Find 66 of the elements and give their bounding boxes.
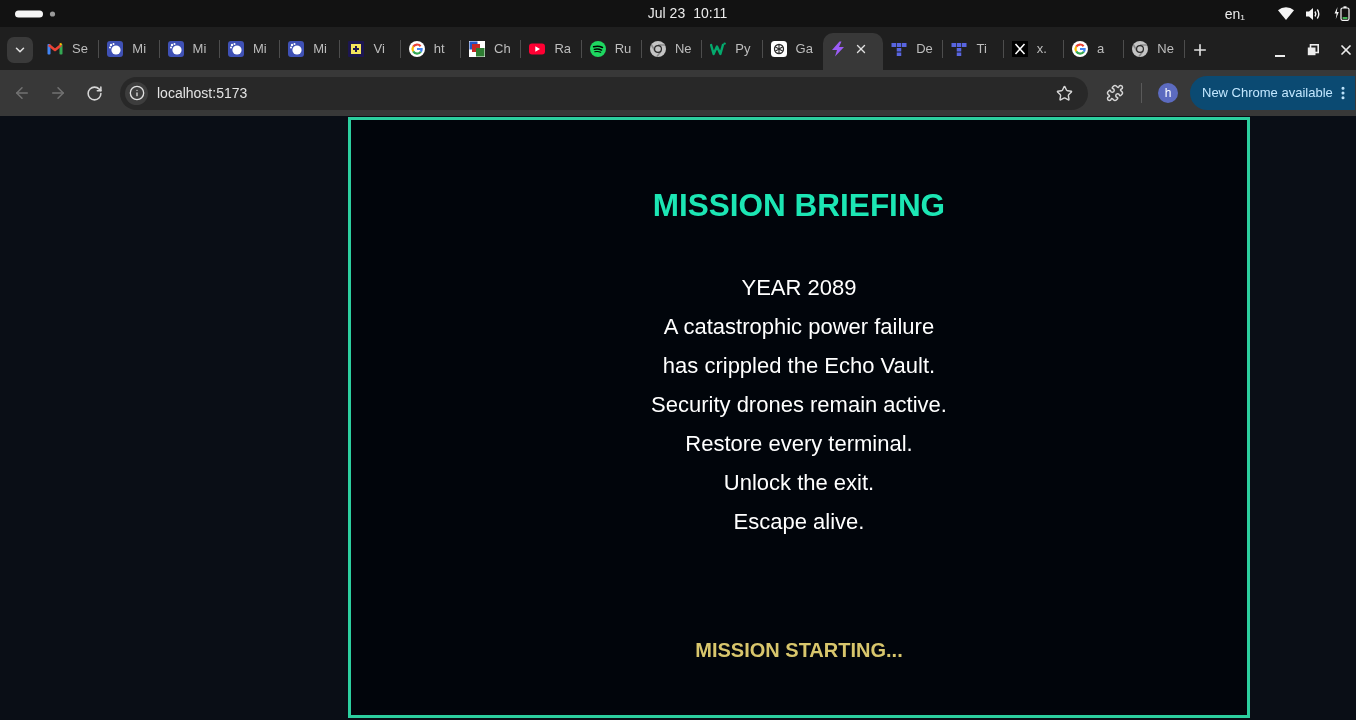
browser-tab[interactable]: Ru xyxy=(581,33,642,70)
aperture-icon xyxy=(649,40,666,57)
briefing-text-line: Unlock the exit. xyxy=(723,469,875,497)
extensions-icon[interactable] xyxy=(1106,84,1124,102)
briefing-text-line: Restore every terminal. xyxy=(685,430,913,458)
wheel-icon xyxy=(770,40,787,57)
g-logo-icon xyxy=(1072,40,1089,57)
briefing-text-line: Security drones remain active. xyxy=(651,391,947,419)
browser-tab[interactable]: Mi xyxy=(280,33,341,70)
browser-tab[interactable]: Ne xyxy=(641,33,703,70)
url-text[interactable]: localhost:5173 xyxy=(157,82,248,104)
plus-square-icon xyxy=(348,40,365,57)
arrow-right-icon xyxy=(49,84,67,102)
browser-tab[interactable]: Se xyxy=(39,33,100,70)
volume-icon[interactable] xyxy=(1306,6,1321,21)
wifi-icon[interactable] xyxy=(1278,7,1294,20)
bookmark-star-icon[interactable] xyxy=(1056,84,1073,102)
keyboard-layout-indicator[interactable]: en₁ xyxy=(1224,6,1245,21)
x-logo-icon xyxy=(1011,40,1028,57)
browser-tab[interactable]: ht xyxy=(400,33,462,70)
bubbles-icon xyxy=(107,40,124,57)
tab-search-button[interactable] xyxy=(7,37,33,63)
browser-tab[interactable]: Ch xyxy=(461,33,522,70)
close-icon xyxy=(1338,42,1354,58)
profile-avatar[interactable]: h xyxy=(1158,83,1178,103)
clock-time[interactable]: 10:11 xyxy=(693,3,728,24)
bubbles-icon xyxy=(227,40,244,57)
w-logo-icon xyxy=(710,40,727,57)
browser-tab[interactable]: Ti xyxy=(943,33,1004,70)
briefing-title: MISSION BRIEFING xyxy=(652,186,946,224)
minimize-icon xyxy=(1275,55,1285,57)
browser-tab[interactable] xyxy=(822,33,884,70)
circle-waves-icon xyxy=(589,40,606,57)
battery-charging-icon[interactable] xyxy=(1334,6,1350,21)
browser-tab[interactable]: Py xyxy=(702,33,763,70)
briefing-text-line: A catastrophic power failure xyxy=(663,313,935,341)
g-logo-icon xyxy=(408,40,425,57)
bubbles-icon xyxy=(288,40,305,57)
t-blocks-icon xyxy=(951,40,968,57)
aperture-icon xyxy=(1132,40,1149,57)
browser-tab[interactable]: Ne xyxy=(1124,33,1185,70)
t-blocks-icon xyxy=(891,40,908,57)
mission-status-text: MISSION STARTING... xyxy=(695,638,903,662)
clock-date[interactable]: Jul 23 xyxy=(647,3,686,24)
browser-tab[interactable]: Mi xyxy=(99,33,160,70)
address-bar[interactable]: localhost:5173 xyxy=(120,76,1088,110)
briefing-text-line: has crippled the Echo Vault. xyxy=(662,352,936,380)
briefing-text-line: Escape alive. xyxy=(733,508,865,536)
site-info-icon[interactable] xyxy=(125,81,148,105)
browser-tab[interactable]: De xyxy=(883,33,944,70)
bubbles-icon xyxy=(167,40,184,57)
m-logo-icon xyxy=(47,40,63,57)
browser-tab[interactable]: Mi xyxy=(159,33,220,70)
lightning-icon xyxy=(829,40,846,57)
browser-tab[interactable]: Ra xyxy=(521,33,582,70)
briefing-text-line: YEAR 2089 xyxy=(741,274,857,302)
restore-icon xyxy=(1307,44,1319,56)
browser-tab[interactable]: Ga xyxy=(762,33,823,70)
reload-icon xyxy=(85,84,103,102)
workspaces-icon[interactable] xyxy=(15,9,56,18)
browser-tab[interactable]: x. xyxy=(1003,33,1065,70)
browser-tab[interactable]: Vi xyxy=(340,33,401,70)
browser-tab[interactable]: a xyxy=(1064,33,1125,70)
update-chrome-button[interactable]: New Chrome available xyxy=(1190,76,1355,110)
overlapping-squares-icon xyxy=(469,40,486,57)
browser-tab[interactable]: Mi xyxy=(219,33,281,70)
